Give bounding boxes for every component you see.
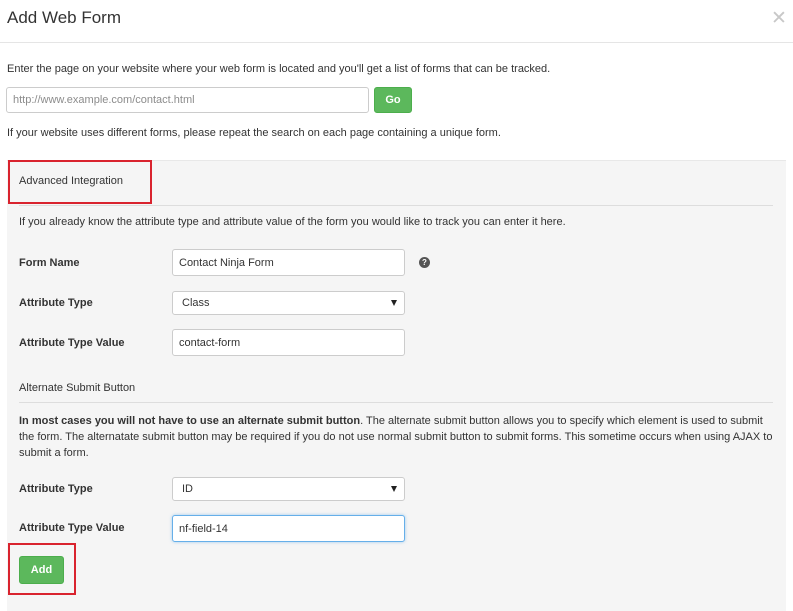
alternate-submit-heading: Alternate Submit Button <box>19 382 136 394</box>
page-url-input[interactable] <box>6 87 369 113</box>
go-button[interactable]: Go <box>374 87 412 113</box>
intro-text: Enter the page on your website where you… <box>7 63 551 75</box>
form-name-input[interactable] <box>172 249 405 276</box>
modal-header: Add Web Form ✕ <box>0 0 793 43</box>
attribute-type-value-label: Attribute Type Value <box>19 337 125 349</box>
alternate-submit-bold-intro: In most cases you will not have to use a… <box>19 415 361 427</box>
attribute-type-selected: Class <box>182 297 210 309</box>
modal-title: Add Web Form <box>7 8 122 27</box>
alt-attribute-type-selected: ID <box>182 483 193 495</box>
question-circle-icon[interactable]: ? <box>419 257 430 268</box>
form-name-label: Form Name <box>19 257 80 269</box>
chevron-down-icon <box>391 486 397 492</box>
advanced-help-text: If you already know the attribute type a… <box>19 216 566 228</box>
chevron-down-icon <box>391 300 397 306</box>
attribute-type-select[interactable]: Class <box>172 291 405 315</box>
alt-attribute-type-label: Attribute Type <box>19 483 93 495</box>
alt-attribute-type-value-input[interactable] <box>172 515 405 542</box>
alt-attribute-type-value-label: Attribute Type Value <box>19 522 125 534</box>
add-button[interactable]: Add <box>19 556 64 584</box>
advanced-integration-heading[interactable]: Advanced Integration <box>19 175 123 187</box>
attribute-type-label: Attribute Type <box>19 297 93 309</box>
alternate-submit-description: In most cases you will not have to use a… <box>19 413 774 461</box>
attribute-type-value-input[interactable] <box>172 329 405 356</box>
close-icon[interactable]: ✕ <box>771 9 787 28</box>
alternate-submit-divider <box>19 402 773 403</box>
alt-attribute-type-select[interactable]: ID <box>172 477 405 501</box>
panel-divider <box>19 205 773 206</box>
repeat-note: If your website uses different forms, pl… <box>7 127 501 139</box>
